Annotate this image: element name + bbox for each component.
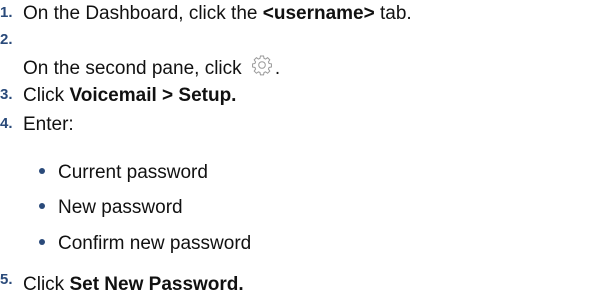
gear-icon <box>251 54 273 76</box>
step-number-1: 1. <box>0 4 13 21</box>
step-5-prefix: Click <box>23 274 70 295</box>
step-1-prefix: On the Dashboard, click the <box>23 3 263 24</box>
step-2-text: On the second pane, click . <box>23 54 280 81</box>
step-number-2: 2. <box>0 31 13 48</box>
step-4-prefix: Enter: <box>23 114 74 135</box>
step-3-prefix: Click <box>23 85 70 106</box>
step-1-text: On the Dashboard, click the <username> t… <box>23 2 412 26</box>
step-number-3: 3. <box>0 86 13 103</box>
step-3-bold: Voicemail > Setup. <box>69 85 237 106</box>
step-3-text: Click Voicemail > Setup. <box>23 84 236 108</box>
instruction-document: 1. On the Dashboard, click the <username… <box>0 0 590 302</box>
bullet-item: Confirm new password <box>39 232 251 256</box>
step-number-4: 4. <box>0 115 13 132</box>
step-1-bold: <username> <box>262 3 375 24</box>
step-4-text: Enter: <box>23 113 74 137</box>
bullet-dot <box>39 202 45 209</box>
step-2-suffix: . <box>274 58 281 79</box>
step-5-bold: Set New Password. <box>69 274 244 295</box>
bullet-dot <box>39 238 45 245</box>
step-2-prefix: On the second pane, click <box>23 58 247 79</box>
step-5-text: Click Set New Password. <box>23 273 244 297</box>
bullet-item: New password <box>39 196 183 220</box>
step-1-suffix: tab. <box>374 3 412 24</box>
bullet-label: New password <box>58 197 183 218</box>
step-number-5: 5. <box>0 271 13 288</box>
bullet-label: Confirm new password <box>58 233 252 254</box>
bullet-dot <box>39 167 45 174</box>
bullet-item: Current password <box>39 161 208 185</box>
bullet-label: Current password <box>58 162 208 183</box>
